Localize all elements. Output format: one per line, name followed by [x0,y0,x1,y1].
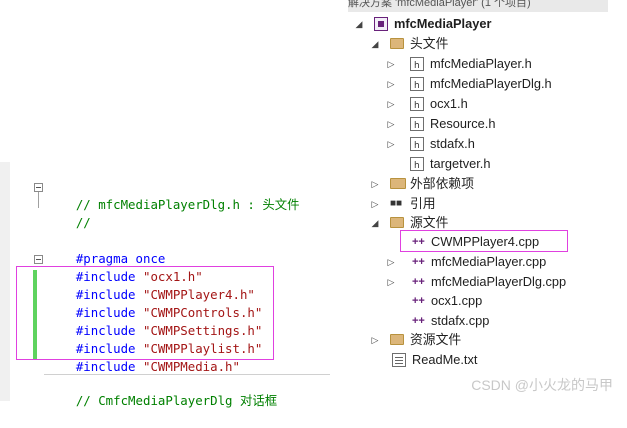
references-icon: ■■ [390,198,403,209]
tree-item-header-folder[interactable]: ◢ 头文件 [348,34,627,54]
collapsed-arrow-icon[interactable]: ▷ [386,134,396,154]
highlight-box-includes [16,266,274,360]
tree-item-source-file[interactable]: ++ ocx1.cpp [348,291,627,311]
collapsed-arrow-icon[interactable]: ▷ [386,252,396,272]
cpp-file-icon: ++ [412,295,425,307]
tree-item-label: ReadMe.txt [412,352,478,367]
cpp-file-icon: ++ [412,315,425,327]
fold-toggle-includes[interactable] [34,255,43,264]
code-line-4[interactable]: #pragma once [46,232,166,266]
cpp-file-icon: ++ [412,276,425,288]
tree-item-header-file[interactable]: ▷ Resource.h [348,114,627,136]
collapsed-arrow-icon[interactable]: ▷ [386,74,396,94]
header-file-icon [410,96,424,116]
tree-item-label: ocx1.cpp [431,293,483,308]
tree-item-label: 头文件 [410,36,449,51]
collapsed-arrow-icon[interactable]: ▷ [370,194,380,214]
code-string: "CWMPMedia.h" [143,359,240,374]
code-editor[interactable]: // mfcMediaPlayerDlg.h : 头文件 // #pragma … [0,162,330,408]
solution-explorer[interactable]: 解决方案 'mfcMediaPlayer' (1 个项目) ◢ mfcMedia… [348,0,627,401]
editor-gutter [0,162,10,401]
collapsed-arrow-icon[interactable]: ▷ [386,54,396,74]
tree-item-label: targetver.h [430,156,491,171]
code-directive: #include [75,359,136,374]
text-file-icon [392,353,406,367]
tree-item-source-file[interactable]: ++ stdafx.cpp [348,311,627,331]
expand-arrow-icon[interactable]: ◢ [354,14,364,34]
watermark: CSDN @小火龙的马甲 [471,377,613,393]
header-file-icon [410,116,424,136]
highlight-box-cwmpplayer4 [400,230,568,252]
code-line-1[interactable]: // mfcMediaPlayerDlg.h : 头文件 [46,178,300,212]
collapsed-arrow-icon[interactable]: ▷ [386,272,396,292]
tree-item-label: mfcMediaPlayer.cpp [431,254,547,269]
tree-item-source-file[interactable]: ▷ ++ mfcMediaPlayer.cpp [348,252,627,272]
tree-item-header-file[interactable]: ▷ mfcMediaPlayer.h [348,54,627,76]
tree-item-external-deps[interactable]: ▷ 外部依赖项 [348,174,627,194]
project-icon [374,17,388,31]
collapsed-arrow-icon[interactable]: ▷ [386,114,396,134]
code-line-12[interactable]: // CmfcMediaPlayerDlg 对话框 [46,374,277,408]
fold-toggle-comment[interactable] [34,183,43,192]
tree-item-label: stdafx.cpp [431,313,490,328]
code-line-2[interactable]: // [46,196,91,230]
header-file-icon [410,76,424,96]
expand-arrow-icon[interactable]: ◢ [370,213,380,233]
header-file-icon [410,56,424,76]
dependencies-folder-icon [390,178,406,189]
tree-item-header-file[interactable]: ▷ stdafx.h [348,134,627,156]
tree-item-label: ocx1.h [430,96,468,111]
folder-icon [390,217,404,228]
folder-icon [390,38,404,49]
tree-item-label: Resource.h [430,116,496,131]
tree-item-label: mfcMediaPlayerDlg.h [430,76,552,91]
tree-item-resource-folder[interactable]: ▷ 资源文件 [348,330,627,350]
tree-item-header-file[interactable]: ▷ mfcMediaPlayerDlg.h [348,74,627,96]
tree-item-header-file[interactable]: ▷ ocx1.h [348,94,627,116]
folder-icon [390,334,404,345]
tree-item-readme[interactable]: ReadMe.txt [348,350,627,370]
collapsed-arrow-icon[interactable]: ▷ [370,174,380,194]
collapsed-arrow-icon[interactable]: ▷ [370,330,380,350]
expand-arrow-icon[interactable]: ◢ [370,34,380,54]
tree-item-label: mfcMediaPlayer [394,16,492,31]
header-file-icon [410,156,424,176]
solution-title-partial: 解决方案 'mfcMediaPlayer' (1 个项目) [348,0,608,12]
tree-item-header-file[interactable]: targetver.h [348,154,627,176]
header-file-icon [410,136,424,156]
code-comment: // [75,215,91,230]
collapsed-arrow-icon[interactable]: ▷ [386,94,396,114]
tree-item-label: mfcMediaPlayerDlg.cpp [431,274,567,289]
tree-item-label: stdafx.h [430,136,475,151]
tree-item-source-file[interactable]: ▷ ++ mfcMediaPlayerDlg.cpp [348,272,627,292]
tree-item-label: mfcMediaPlayer.h [430,56,532,71]
tree-item-label: 资源文件 [410,332,462,347]
tree-item-label: 引用 [410,196,436,211]
tree-item-project[interactable]: ◢ mfcMediaPlayer [348,14,627,34]
code-comment: // mfcMediaPlayerDlg.h : 头文件 [75,197,300,212]
tree-item-references[interactable]: ▷ ■■ 引用 [348,194,627,214]
fold-guide [38,192,39,208]
cpp-file-icon: ++ [412,256,425,268]
tree-item-label: 外部依赖项 [410,176,474,191]
